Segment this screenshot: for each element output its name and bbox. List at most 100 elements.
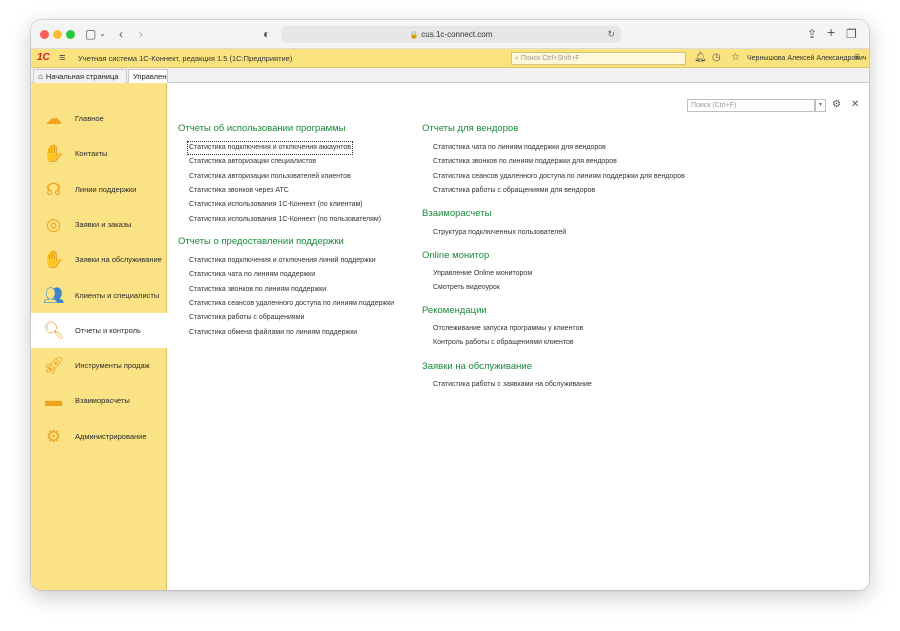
people-icon: 👥︎ (43, 285, 65, 305)
home-icon: ⌂ (38, 72, 43, 81)
section-title: Взаиморасчеты (422, 208, 492, 219)
bell-icon[interactable]: 🔔︎ (694, 52, 707, 64)
close-icon[interactable]: ✕ (851, 99, 859, 111)
report-link[interactable]: Статистика авторизации специалистов (189, 157, 316, 167)
privacy-shield-icon[interactable]: ◐ (263, 26, 270, 42)
report-link[interactable]: Статистика сеансов удаленного доступа по… (433, 172, 685, 182)
global-search-input[interactable]: ⌕ Поиск Ctrl+Shift+F (511, 52, 686, 65)
report-link[interactable]: Смотреть видеоурок (433, 283, 500, 293)
magnifier-chart-icon: 🔍︎ (43, 320, 65, 340)
sidebar-item[interactable]: ☊ Линии поддержки (31, 172, 167, 207)
report-link[interactable]: Статистика чата по линиям поддержки (189, 270, 315, 280)
back-arrow-icon[interactable]: ‹ (119, 26, 123, 42)
gear-icon: ⚙ (45, 426, 62, 446)
wallet-icon: ▬ (45, 391, 62, 411)
sidebar-item-label: Инструменты продаж (75, 361, 150, 371)
close-window-button[interactable] (40, 30, 49, 39)
report-link[interactable]: Статистика подключения и отключения лини… (189, 256, 376, 266)
target-icon: ◎ (46, 214, 61, 234)
report-link[interactable]: Статистика работы с обращениями (189, 313, 304, 323)
report-link[interactable]: Статистика авторизации пользователей кли… (189, 172, 351, 182)
sidebar-item[interactable]: 👥︎ Клиенты и специалисты (31, 278, 167, 313)
sidebar-item[interactable]: ◎ Заявки и заказы (31, 207, 167, 242)
share-icon[interactable]: ⇪ (807, 26, 817, 42)
report-link[interactable]: Отслеживание запуска программы у клиенто… (433, 324, 583, 334)
sidebar-item-label: Контакты (75, 149, 108, 159)
sidebar-item[interactable]: ✋ Заявки на обслуживание (31, 242, 167, 277)
report-link[interactable]: Статистика звонков по линиям поддержки д… (433, 157, 617, 167)
gear-icon[interactable]: ⚙ (832, 99, 841, 111)
sidebar-item-label: Заявки на обслуживание (75, 255, 162, 265)
forward-arrow-icon[interactable]: › (139, 26, 143, 42)
tab-home-label: Начальная страница (45, 72, 119, 81)
chevron-down-icon[interactable]: ⌄ (99, 26, 106, 42)
sidebar-item[interactable]: ⚙ Администрирование (31, 419, 167, 454)
sidebar-item[interactable]: ✋ Контакты (31, 136, 167, 171)
report-link[interactable]: Статистика работы с заявками на обслужив… (433, 380, 592, 390)
new-tab-icon[interactable]: + (827, 24, 835, 40)
report-link[interactable]: Статистика звонков по линиям поддержки (189, 285, 326, 295)
user-name[interactable]: Чернышова Алексей Александрович (747, 53, 867, 64)
search-icon: ⌕ (515, 55, 519, 62)
report-link[interactable]: Статистика обмена файлами по линиям подд… (189, 328, 357, 338)
form-search-input[interactable]: Поиск (Ctrl+F) (687, 99, 815, 112)
search-dropdown-button[interactable]: ▾ (815, 99, 826, 112)
sidebar-item[interactable]: ▬ Взаиморасчеты (31, 383, 167, 418)
sidebar-item[interactable]: ☁ Главное (31, 101, 167, 136)
report-link[interactable]: Статистика звонков через АТС (189, 186, 289, 196)
app-logo: 1С (37, 52, 50, 63)
section-title: Заявки на обслуживание (422, 361, 532, 372)
global-search-placeholder: Поиск Ctrl+Shift+F (520, 55, 580, 62)
menu-icon[interactable]: ≡ (59, 52, 65, 64)
browser-toolbar: ▢ ⌄ ‹ › ◐ 🔒 cus.1c-connect.com ↻ ⇪ + ❐ (31, 20, 869, 49)
settings-menu-icon[interactable]: ≡ (854, 52, 860, 64)
report-link[interactable]: Статистика работы с обращениями для венд… (433, 186, 595, 196)
reload-icon[interactable]: ↻ (607, 26, 615, 43)
report-link[interactable]: Статистика сеансов удаленного доступа по… (189, 299, 394, 309)
sidebar-item-label: Линии поддержки (75, 184, 137, 194)
sidebar-item-label: Клиенты и специалисты (75, 290, 160, 300)
handshake-icon: ✋ (43, 144, 65, 164)
section-title: Рекомендации (422, 305, 487, 316)
tab-reports[interactable]: Управление отчетами (128, 69, 168, 83)
lock-icon: 🔒 (409, 32, 419, 39)
report-link[interactable]: Статистика чата по линиям поддержки для … (433, 143, 606, 153)
hand-coin-icon: ✋ (43, 250, 65, 270)
sidebar-item[interactable]: 🔍︎ Отчеты и контроль (31, 312, 167, 348)
browser-window: ▢ ⌄ ‹ › ◐ 🔒 cus.1c-connect.com ↻ ⇪ + ❐ 1С… (31, 20, 869, 590)
report-link[interactable]: Управление Online монитором (433, 269, 532, 279)
cloud-icon: ☁ (45, 109, 62, 128)
sidebar-item-label: Главное (75, 114, 104, 123)
app-header: 1С ≡ Учетная система 1С-Коннект, редакци… (31, 49, 869, 68)
form-search-placeholder: Поиск (Ctrl+F) (691, 102, 737, 109)
url-text: cus.1c-connect.com (421, 30, 493, 39)
main-content: Поиск (Ctrl+F) ▾ ⚙ ✕ Отчеты об использов… (168, 83, 869, 590)
report-link[interactable]: Статистика использования 1С-Коннект (по … (189, 215, 381, 225)
history-icon[interactable]: ◷ (712, 52, 721, 64)
star-icon[interactable]: ☆ (731, 52, 740, 64)
sidebar-item[interactable]: 🚀︎ Инструменты продаж (31, 348, 167, 383)
zoom-window-button[interactable] (66, 30, 75, 39)
sidebar-item-label: Отчеты и контроль (75, 325, 141, 335)
minimize-window-button[interactable] (53, 30, 62, 39)
sidebar-item-label: Заявки и заказы (75, 219, 132, 229)
sidebar-item-label: Администрирование (75, 431, 147, 441)
tab-home[interactable]: ⌂ Начальная страница (33, 69, 127, 83)
app-title: Учетная система 1С-Коннект, редакция 1.5… (78, 54, 293, 63)
report-link[interactable]: Контроль работы с обращениями клиентов (433, 338, 574, 348)
sidebar-toggle-icon[interactable]: ▢ (85, 26, 96, 42)
report-link[interactable]: Статистика подключения и отключения акка… (187, 141, 353, 155)
section-title: Отчеты о предоставлении поддержки (178, 236, 344, 247)
sidebar-item-label: Взаиморасчеты (75, 396, 130, 406)
tab-reports-label: Управление отчетами (133, 72, 167, 81)
section-title: Отчеты для вендоров (422, 123, 519, 134)
address-bar[interactable]: 🔒 cus.1c-connect.com ↻ (281, 26, 621, 43)
tab-bar: ⌂Начальная страница Управление отчетами (31, 68, 869, 83)
tab-overview-icon[interactable]: ❐ (846, 26, 857, 42)
section-title: Online монитор (422, 250, 490, 261)
sidebar: ☁ Главное ✋ Контакты ☊ Линии поддержки ◎ Заявки… (31, 83, 167, 590)
report-link[interactable]: Структура подключенных пользователей (433, 228, 566, 238)
report-link[interactable]: Статистика использования 1С-Коннект (по … (189, 200, 363, 210)
headset-icon: ☊ (45, 179, 62, 199)
section-title: Отчеты об использовании программы (178, 123, 346, 134)
